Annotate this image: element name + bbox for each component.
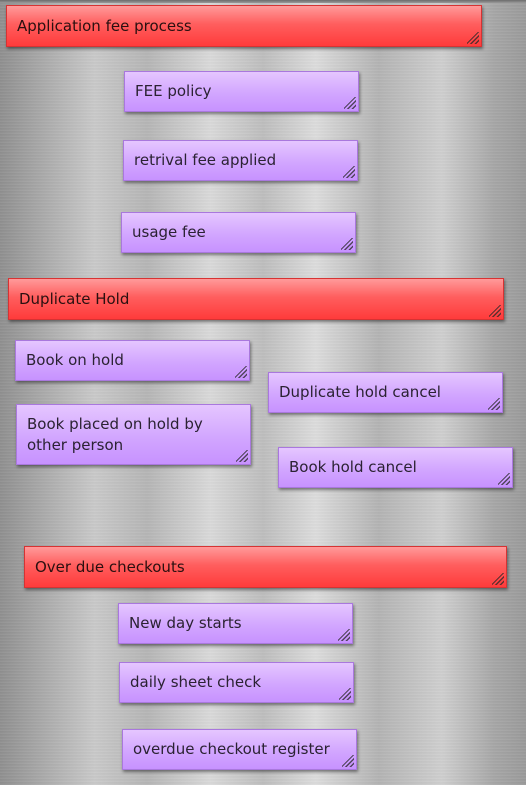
resize-grip-icon[interactable] [467, 32, 479, 44]
resize-grip-icon[interactable] [488, 398, 500, 410]
top-edge [0, 0, 526, 3]
note-text: FEE policy [135, 82, 212, 100]
note-book-on-hold[interactable]: Book on hold [15, 340, 250, 381]
resize-grip-icon[interactable] [339, 688, 351, 700]
section-title: Application fee process [17, 16, 192, 35]
resize-grip-icon[interactable] [492, 573, 504, 585]
resize-grip-icon[interactable] [338, 629, 350, 641]
note-text: Book placed on hold by other person [27, 415, 203, 454]
resize-grip-icon[interactable] [498, 473, 510, 485]
note-text: usage fee [132, 223, 206, 241]
note-duplicate-hold-cancel[interactable]: Duplicate hold cancel [268, 372, 503, 413]
note-text: retrival fee applied [134, 151, 277, 169]
resize-grip-icon[interactable] [343, 166, 355, 178]
note-fee-policy[interactable]: FEE policy [124, 71, 359, 112]
section-header-application-fee[interactable]: Application fee process [6, 5, 482, 47]
section-title: Duplicate Hold [19, 289, 130, 308]
note-text: Book hold cancel [289, 458, 417, 476]
section-header-duplicate-hold[interactable]: Duplicate Hold [8, 278, 504, 320]
resize-grip-icon[interactable] [344, 97, 356, 109]
note-text: Duplicate hold cancel [279, 383, 441, 401]
resize-grip-icon[interactable] [236, 450, 248, 462]
note-text: overdue checkout register [133, 740, 330, 758]
note-retrival-fee[interactable]: retrival fee applied [123, 140, 358, 181]
note-daily-sheet-check[interactable]: daily sheet check [119, 662, 354, 703]
section-header-over-due-checkouts[interactable]: Over due checkouts [24, 546, 507, 588]
note-book-hold-cancel[interactable]: Book hold cancel [278, 447, 513, 488]
resize-grip-icon[interactable] [342, 755, 354, 767]
note-new-day-starts[interactable]: New day starts [118, 603, 353, 644]
note-usage-fee[interactable]: usage fee [121, 212, 356, 253]
note-text: daily sheet check [130, 673, 262, 691]
note-text: New day starts [129, 614, 242, 632]
note-text: Book on hold [26, 351, 124, 369]
note-book-placed-on-hold[interactable]: Book placed on hold by other person [16, 404, 251, 465]
resize-grip-icon[interactable] [341, 238, 353, 250]
note-overdue-checkout-register[interactable]: overdue checkout register [122, 729, 357, 770]
section-title: Over due checkouts [35, 557, 185, 576]
resize-grip-icon[interactable] [489, 305, 501, 317]
resize-grip-icon[interactable] [235, 366, 247, 378]
